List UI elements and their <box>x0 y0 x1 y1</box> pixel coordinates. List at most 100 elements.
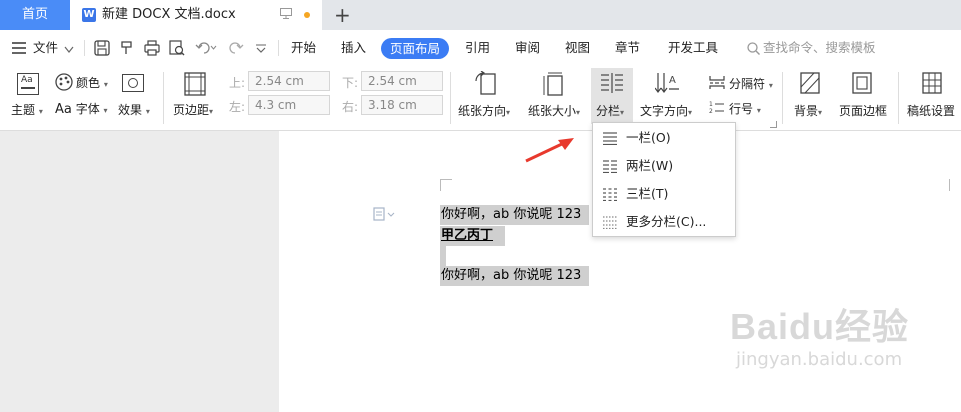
columns-icon <box>600 72 624 97</box>
chevron-down-icon[interactable] <box>64 43 74 57</box>
new-tab-button[interactable]: + <box>334 2 351 28</box>
margin-top-label: 上: <box>229 76 246 90</box>
manuscript-button[interactable]: 稿纸设置 <box>907 102 955 119</box>
menu-item-one-column[interactable]: 一栏(O) <box>593 124 735 152</box>
tab-section[interactable]: 章节 <box>615 30 640 66</box>
paragraph-handle-icon[interactable] <box>373 207 399 224</box>
divider <box>450 72 451 124</box>
page-size-icon[interactable] <box>542 71 564 100</box>
three-columns-label: 三栏(T) <box>626 186 669 201</box>
undo-icon[interactable] <box>195 41 217 58</box>
theme-icon[interactable]: Aa <box>17 73 39 95</box>
wps-writer-icon: W <box>82 8 96 22</box>
tab-review[interactable]: 审阅 <box>515 30 540 66</box>
palette-icon[interactable] <box>55 73 73 94</box>
paragraph-line-2[interactable]: 甲乙丙丁 <box>440 226 505 246</box>
theme-label: 主题 <box>11 103 36 117</box>
print-icon[interactable] <box>144 40 160 59</box>
watermark-url: jingyan.baidu.com <box>736 349 903 370</box>
margins-button[interactable]: 页边距▾ <box>173 101 213 118</box>
tab-start[interactable]: 开始 <box>291 30 316 66</box>
margin-mark <box>440 179 452 180</box>
save-icon[interactable] <box>94 40 110 59</box>
background-label: 背景 <box>794 104 819 118</box>
print-preview-icon[interactable] <box>169 40 185 59</box>
text-direction-icon[interactable]: A <box>654 71 681 98</box>
colors-button[interactable]: 颜色 ▾ <box>76 74 108 91</box>
baidu-watermark: Baidu经验 jingyan.baidu.com <box>730 305 909 371</box>
colors-label: 颜色 <box>76 76 101 90</box>
background-button[interactable]: 背景▾ <box>794 102 822 119</box>
dialog-launcher-icon[interactable] <box>770 121 777 128</box>
divider <box>84 40 85 56</box>
page-orientation-icon[interactable] <box>474 70 500 100</box>
monitor-icon[interactable] <box>280 8 292 22</box>
divider <box>898 72 899 124</box>
more-columns-label: 更多分栏(C)... <box>626 214 707 229</box>
format-painter-icon[interactable] <box>119 40 135 59</box>
tab-developer[interactable]: 开发工具 <box>668 30 718 66</box>
line-numbers-button[interactable]: 行号 ▾ <box>729 100 761 117</box>
page-border-icon[interactable] <box>852 72 872 97</box>
theme-button[interactable]: 主题 ▾ <box>11 101 43 118</box>
two-columns-icon <box>603 160 617 173</box>
quick-access-more-icon[interactable] <box>255 43 267 57</box>
paragraph-line-1[interactable]: 你好啊，ab 你说呢 123 <box>440 205 589 225</box>
page-size-label: 纸张大小 <box>528 104 577 118</box>
tab-page-layout[interactable]: 页面布局 <box>381 38 449 59</box>
background-icon[interactable] <box>800 72 820 97</box>
text-direction-label: 文字方向 <box>640 104 689 118</box>
margin-bottom-field[interactable]: 2.54 cm <box>361 71 443 91</box>
svg-text:A: A <box>669 75 676 86</box>
tab-references[interactable]: 引用 <box>465 30 490 66</box>
margin-left-label: 左: <box>229 100 246 114</box>
fonts-button[interactable]: Aa 字体 ▾ <box>55 100 108 117</box>
divider <box>782 72 783 124</box>
one-column-label: 一栏(O) <box>626 130 671 145</box>
breaks-label: 分隔符 <box>729 77 766 91</box>
search-input[interactable]: 查找命令、搜索模板 <box>763 30 876 66</box>
margins-label: 页边距 <box>173 103 210 117</box>
tab-home[interactable]: 首页 <box>0 0 70 30</box>
empty-line-selection <box>440 246 446 266</box>
menu-item-more-columns[interactable]: 更多分栏(C)... <box>593 208 735 236</box>
line-numbers-icon[interactable]: 12 <box>709 100 725 117</box>
menu-item-two-columns[interactable]: 两栏(W) <box>593 152 735 180</box>
page-border-button[interactable]: 页面边框 <box>839 102 887 119</box>
margin-bottom-label: 下: <box>342 76 359 90</box>
margin-right-field[interactable]: 3.18 cm <box>361 95 443 115</box>
margin-mark <box>440 179 441 191</box>
file-menu[interactable]: 文件 <box>33 30 58 66</box>
breaks-button[interactable]: 分隔符 ▾ <box>729 75 773 92</box>
tab-document[interactable]: W 新建 DOCX 文档.docx <box>70 0 322 30</box>
redo-icon[interactable] <box>228 41 244 58</box>
menu-item-three-columns[interactable]: 三栏(T) <box>593 180 735 208</box>
page-orientation-button[interactable]: 纸张方向▾ <box>458 102 510 119</box>
search-icon[interactable] <box>747 42 760 58</box>
manuscript-icon[interactable] <box>922 72 942 97</box>
paragraph-line-3[interactable]: 你好啊，ab 你说呢 123 <box>440 266 589 286</box>
menu-bar: 文件 开始 插入 页面布局 引用 审阅 视图 章节 开发工具 查找命令、搜索模板 <box>0 30 961 66</box>
tab-view[interactable]: 视图 <box>565 30 590 66</box>
columns-label: 分栏 <box>596 104 621 118</box>
tab-insert[interactable]: 插入 <box>341 30 366 66</box>
divider <box>163 72 164 124</box>
text-direction-button[interactable]: 文字方向▾ <box>640 102 692 119</box>
margin-left-field[interactable]: 4.3 cm <box>248 95 330 115</box>
margins-icon[interactable] <box>184 72 206 99</box>
fonts-label: 字体 <box>75 102 100 116</box>
margin-top-field[interactable]: 2.54 cm <box>248 71 330 91</box>
page-break-icon[interactable] <box>709 75 725 92</box>
divider <box>278 40 279 56</box>
effects-icon[interactable] <box>122 74 144 92</box>
red-arrow-annotation <box>522 135 578 168</box>
effects-button[interactable]: 效果 ▾ <box>118 101 150 118</box>
columns-button[interactable]: 分栏▾ <box>591 68 633 124</box>
page-size-button[interactable]: 纸张大小▾ <box>528 102 580 119</box>
one-column-icon <box>603 132 617 145</box>
two-columns-label: 两栏(W) <box>626 158 674 173</box>
line-numbers-label: 行号 <box>729 102 754 116</box>
unsaved-dot-icon <box>304 12 310 18</box>
hamburger-icon[interactable] <box>12 42 26 57</box>
more-columns-icon <box>603 216 617 229</box>
